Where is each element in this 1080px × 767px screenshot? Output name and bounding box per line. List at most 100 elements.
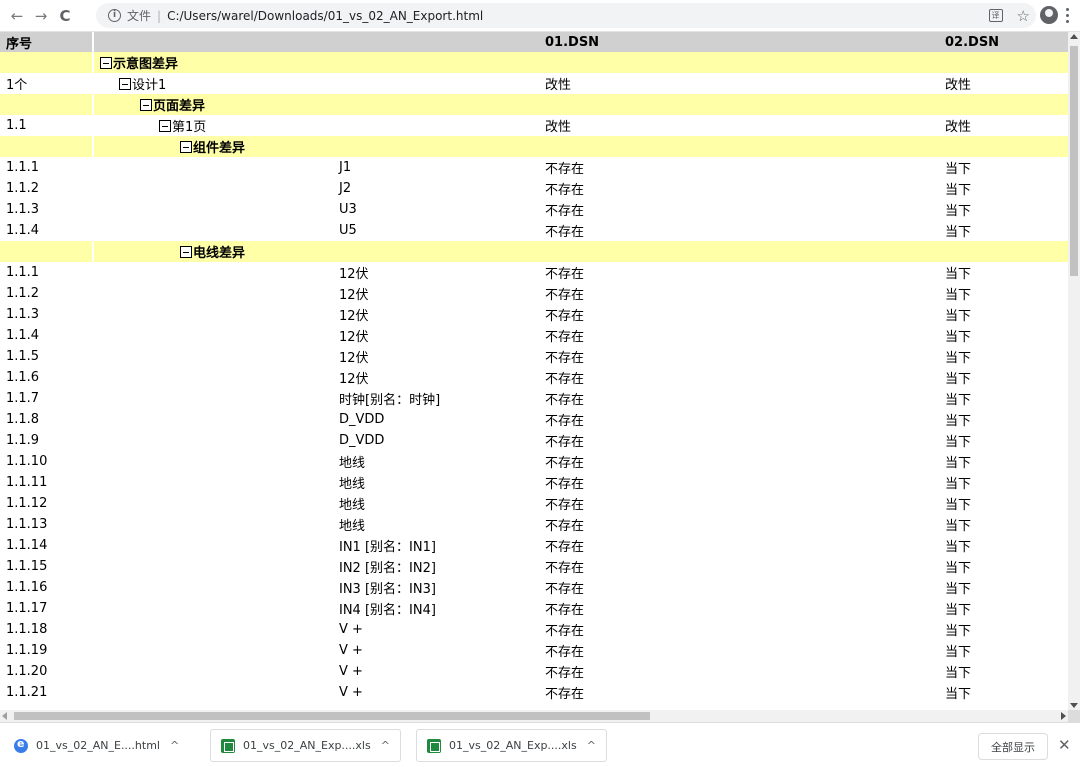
status-01: 不存在	[539, 430, 939, 451]
schematic-section-row: 示意图差异	[0, 52, 1068, 73]
table-row: 1.1.15 IN2 [别名：IN2] 不存在 当下	[0, 556, 1068, 577]
status-01: 不存在	[539, 640, 939, 661]
wire-section-row: 电线差异	[0, 241, 1068, 262]
status-01: 不存在	[539, 283, 939, 304]
status-01: 不存在	[539, 388, 939, 409]
collapse-toggle-icon[interactable]	[119, 78, 131, 90]
status-02: 当下	[939, 283, 1068, 304]
scroll-right-icon[interactable]	[1061, 712, 1066, 720]
close-shelf-icon[interactable]: ✕	[1058, 736, 1071, 754]
row-seq: 1.1.4	[0, 325, 93, 346]
row-seq: 1.1.4	[0, 220, 93, 241]
row-seq: 1.1.7	[0, 388, 93, 409]
collapse-toggle-icon[interactable]	[159, 120, 171, 132]
status-02: 当下	[939, 598, 1068, 619]
status-01: 不存在	[539, 262, 939, 283]
download-item-html[interactable]: 01_vs_02_AN_E....html ^	[14, 729, 179, 762]
row-name: 12伏	[93, 325, 539, 346]
row-seq: 1.1.3	[0, 199, 93, 220]
scroll-left-icon[interactable]	[2, 712, 7, 720]
row-seq: 1.1	[0, 115, 93, 136]
table-row: 1.1.14 IN1 [别名：IN1] 不存在 当下	[0, 535, 1068, 556]
bookmark-star-icon[interactable]: ☆	[1017, 7, 1030, 25]
reload-icon: C	[59, 6, 71, 25]
table-row: 1.1.16 IN3 [别名：IN3] 不存在 当下	[0, 577, 1068, 598]
status-02: 当下	[939, 577, 1068, 598]
row-name: V +	[93, 661, 539, 682]
status-02: 当下	[939, 388, 1068, 409]
table-row: 1.1.1 12伏 不存在 当下	[0, 262, 1068, 283]
row-seq: 1.1.2	[0, 178, 93, 199]
show-all-downloads-button[interactable]: 全部显示	[978, 733, 1048, 760]
vertical-scroll-thumb[interactable]	[1070, 46, 1078, 276]
table-row: 1.1.6 12伏 不存在 当下	[0, 367, 1068, 388]
horizontal-scroll-thumb[interactable]	[14, 712, 650, 720]
row-label: 第1页	[172, 120, 207, 135]
menu-icon[interactable]	[1064, 6, 1070, 24]
row-seq: 1.1.17	[0, 598, 93, 619]
table-row: 1.1.8 D_VDD 不存在 当下	[0, 409, 1068, 430]
translate-icon[interactable]: 译	[988, 9, 1003, 22]
table-header-row: 序号 01.DSN 02.DSN	[0, 32, 1068, 52]
component-section-row: 组件差异	[0, 136, 1068, 157]
status-01: 不存在	[539, 514, 939, 535]
status-02: 当下	[939, 304, 1068, 325]
section-title: 示意图差异	[113, 57, 179, 72]
status-02: 当下	[939, 451, 1068, 472]
status-02: 当下	[939, 556, 1068, 577]
profile-icon[interactable]	[1040, 6, 1058, 24]
row-seq: 1.1.10	[0, 451, 93, 472]
forward-button[interactable]: →	[30, 5, 52, 27]
download-item-xls-2[interactable]: 01_vs_02_AN_Exp....xls ^	[416, 729, 607, 762]
info-icon[interactable]: i	[108, 9, 121, 22]
table-row: 1.1.13 地线 不存在 当下	[0, 514, 1068, 535]
row-seq: 1.1.13	[0, 514, 93, 535]
row-name: J2	[93, 178, 539, 199]
horizontal-scrollbar[interactable]	[0, 710, 1068, 722]
row-seq: 1.1.8	[0, 409, 93, 430]
chevron-up-icon[interactable]: ^	[381, 739, 390, 752]
scroll-down-icon[interactable]	[1070, 703, 1078, 708]
back-button[interactable]: ←	[6, 5, 28, 27]
row-name: IN3 [别名：IN3]	[93, 577, 539, 598]
collapse-toggle-icon[interactable]	[180, 246, 192, 258]
chevron-up-icon[interactable]: ^	[587, 739, 596, 752]
row-name: U3	[93, 199, 539, 220]
table-row: 1.1.7 时钟[别名：时钟] 不存在 当下	[0, 388, 1068, 409]
back-arrow-icon: ←	[10, 6, 24, 25]
row-seq: 1个	[0, 73, 93, 94]
collapse-toggle-icon[interactable]	[100, 57, 112, 69]
status-02: 当下	[939, 514, 1068, 535]
status-02: 当下	[939, 493, 1068, 514]
row-name: 地线	[93, 493, 539, 514]
row-name: 地线	[93, 514, 539, 535]
download-filename: 01_vs_02_AN_E....html	[36, 739, 160, 752]
status-01: 不存在	[539, 619, 939, 640]
status-02: 当下	[939, 619, 1068, 640]
row-name: D_VDD	[93, 430, 539, 451]
status-02: 当下	[939, 325, 1068, 346]
xls-file-icon	[221, 738, 235, 753]
row-seq: 1.1.1	[0, 262, 93, 283]
chevron-up-icon[interactable]: ^	[170, 739, 179, 752]
xls-file-icon	[427, 738, 441, 753]
scroll-up-icon[interactable]	[1070, 34, 1078, 39]
status-02: 当下	[939, 346, 1068, 367]
collapse-toggle-icon[interactable]	[140, 99, 152, 111]
status-01: 不存在	[539, 577, 939, 598]
page-content: 序号 01.DSN 02.DSN 示意图差异 1个 设计1 改性 改性 页面差异…	[0, 32, 1068, 710]
status-01: 不存在	[539, 199, 939, 220]
address-bar[interactable]: i 文件 | C:/Users/warel/Downloads/01_vs_02…	[96, 3, 1036, 28]
scheme-label: 文件	[127, 9, 152, 23]
collapse-toggle-icon[interactable]	[180, 141, 192, 153]
url-text[interactable]: C:/Users/warel/Downloads/01_vs_02_AN_Exp…	[167, 9, 483, 23]
row-name: 12伏	[93, 283, 539, 304]
status-02: 当下	[939, 178, 1068, 199]
reload-button[interactable]: C	[54, 5, 76, 27]
status-01: 改性	[539, 115, 939, 136]
diff-table: 序号 01.DSN 02.DSN 示意图差异 1个 设计1 改性 改性 页面差异…	[0, 32, 1068, 703]
row-seq: 1.1.2	[0, 283, 93, 304]
row-name: IN2 [别名：IN2]	[93, 556, 539, 577]
download-item-xls-1[interactable]: 01_vs_02_AN_Exp....xls ^	[210, 729, 401, 762]
vertical-scrollbar[interactable]	[1068, 32, 1080, 710]
